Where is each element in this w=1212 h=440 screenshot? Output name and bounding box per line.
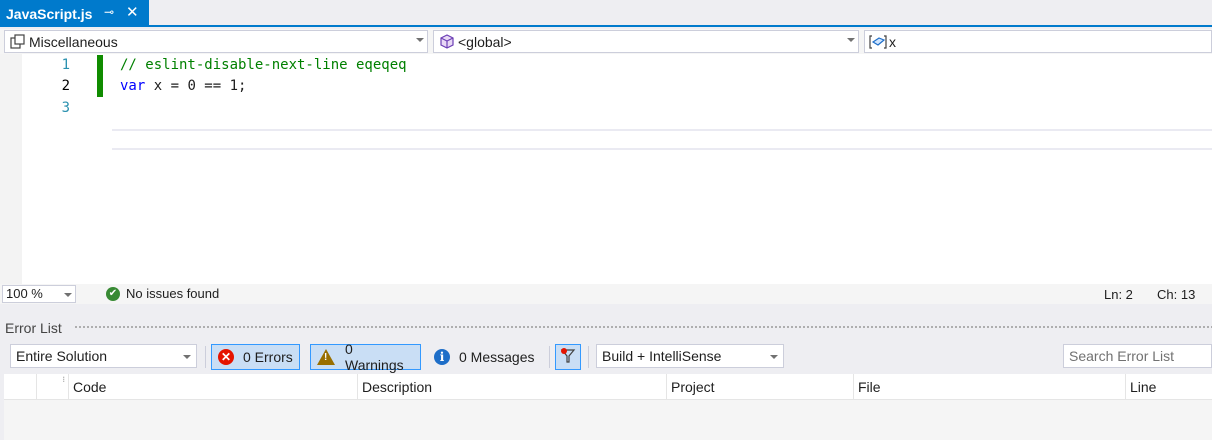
column-header-project[interactable]: Project [666,374,853,400]
line-number-current: 2 [61,78,70,94]
column-header-code[interactable]: Code [68,374,357,400]
keyword-token: var [120,78,146,94]
messages-count: 0 Messages [459,349,535,365]
sort-grip-icon: ⁝ [62,375,65,384]
zoom-level: 100 % [6,286,43,301]
line-number: 1 [61,57,70,73]
column-header-file[interactable]: File [853,374,1125,400]
errors-count: 0 Errors [243,349,293,365]
change-tracking-bar [97,55,103,97]
code-line-comment[interactable]: // eslint-disable-next-line eqeqeq [120,55,407,76]
pin-icon[interactable]: ⊸ [104,5,114,19]
member-dropdown[interactable]: x [864,30,1212,53]
chevron-down-icon [847,38,855,42]
project-dropdown[interactable]: Miscellaneous [4,30,428,53]
scope-label: <global> [458,33,512,50]
scope-filter-dropdown[interactable]: Entire Solution [10,344,197,368]
error-list-toolbar: Entire Solution ✕ 0 Errors ! 0 Warnings … [0,341,1212,373]
navigation-bar: Miscellaneous <global> x [0,29,1212,54]
current-line-highlight [112,129,1212,150]
messages-toggle-button[interactable]: i 0 Messages [428,344,546,370]
close-tab-icon[interactable]: ✕ [126,3,139,21]
code-line[interactable]: var x = 0 == 1; [120,76,246,97]
filter-icon [559,347,577,368]
column-header-description[interactable]: Description [357,374,666,400]
scope-dropdown[interactable]: <global> [433,30,859,53]
line-number: 3 [61,100,70,116]
tab-title: JavaScript.js [6,5,93,22]
namespace-cube-icon [438,33,456,51]
column-indicator: Ch: 13 [1157,287,1196,302]
column-header-line[interactable]: Line [1125,374,1212,400]
document-tab-strip: JavaScript.js ⊸ ✕ [0,0,1212,27]
document-tab[interactable]: JavaScript.js ⊸ ✕ [0,0,149,27]
build-filter-dropdown[interactable]: Build + IntelliSense [596,344,784,368]
line-indicator: Ln: 2 [1104,287,1133,302]
project-label: Miscellaneous [29,33,118,50]
editor-status-bar: 100 % ✔ No issues found Ln: 2 Ch: 13 [0,284,1212,304]
filter-button[interactable] [555,344,581,370]
chevron-down-icon [416,38,424,42]
variable-icon [869,33,887,51]
warnings-count: 0 Warnings [345,341,404,373]
code-editor[interactable]: 1 2 3 // eslint-disable-next-line eqeqeq… [0,54,1212,284]
search-error-list-input[interactable]: Search Error List [1063,344,1212,368]
chevron-down-icon [183,355,191,359]
glyph-margin [0,54,22,284]
checkmark-icon: ✔ [106,286,120,301]
separator [549,346,550,368]
column-header-icon[interactable]: ⁝ [36,374,68,400]
column-header-row-marker [4,374,36,400]
drag-grip[interactable] [74,325,1212,330]
scope-filter-label: Entire Solution [16,348,108,364]
error-list-grid[interactable]: ⁝ Code Description Project File Line [4,374,1212,440]
error-list-title-bar[interactable]: Error List [0,317,1212,339]
member-label: x [889,33,896,50]
separator [205,346,206,368]
errors-toggle-button[interactable]: ✕ 0 Errors [211,344,300,370]
warning-icon: ! [317,349,335,365]
code-token: x = 0 == 1; [145,78,247,94]
error-list-title: Error List [5,320,62,336]
separator [588,346,589,368]
chevron-down-icon [64,293,72,297]
issues-text: No issues found [126,286,220,301]
project-icon [9,33,27,51]
issues-indicator[interactable]: ✔ No issues found [106,286,219,301]
info-icon: i [434,349,450,365]
warnings-toggle-button[interactable]: ! 0 Warnings [310,341,421,373]
chevron-down-icon [770,355,778,359]
build-filter-label: Build + IntelliSense [602,348,722,364]
error-icon: ✕ [218,349,234,365]
zoom-dropdown[interactable]: 100 % [2,285,76,303]
grid-header: ⁝ Code Description Project File Line [4,374,1212,400]
